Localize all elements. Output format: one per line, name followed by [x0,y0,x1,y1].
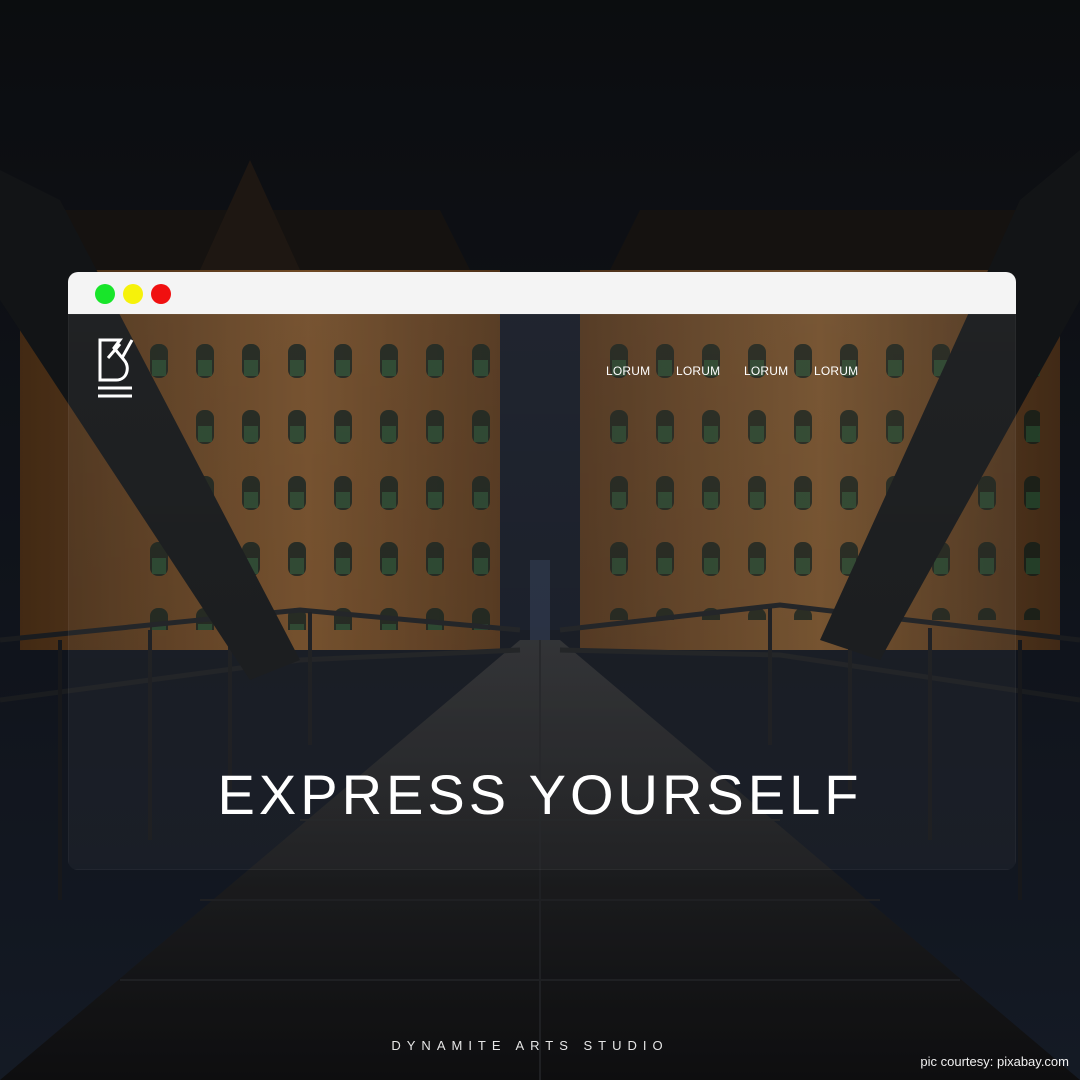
minimize-button[interactable] [123,284,143,304]
maximize-button[interactable] [95,284,115,304]
studio-logo-icon[interactable] [96,336,136,404]
nav-item-4[interactable]: LORUM [814,364,858,378]
browser-titlebar [68,272,1016,314]
studio-name: DYNAMITE ARTS STUDIO [391,1038,669,1053]
nav-item-1[interactable]: LORUM [606,364,650,378]
photo-credit: pic courtesy: pixabay.com [920,1054,1069,1069]
hero-headline: EXPRESS YOURSELF [217,763,863,826]
close-button[interactable] [151,284,171,304]
nav-item-3[interactable]: LORUM [744,364,788,378]
nav-item-2[interactable]: LORUM [676,364,720,378]
